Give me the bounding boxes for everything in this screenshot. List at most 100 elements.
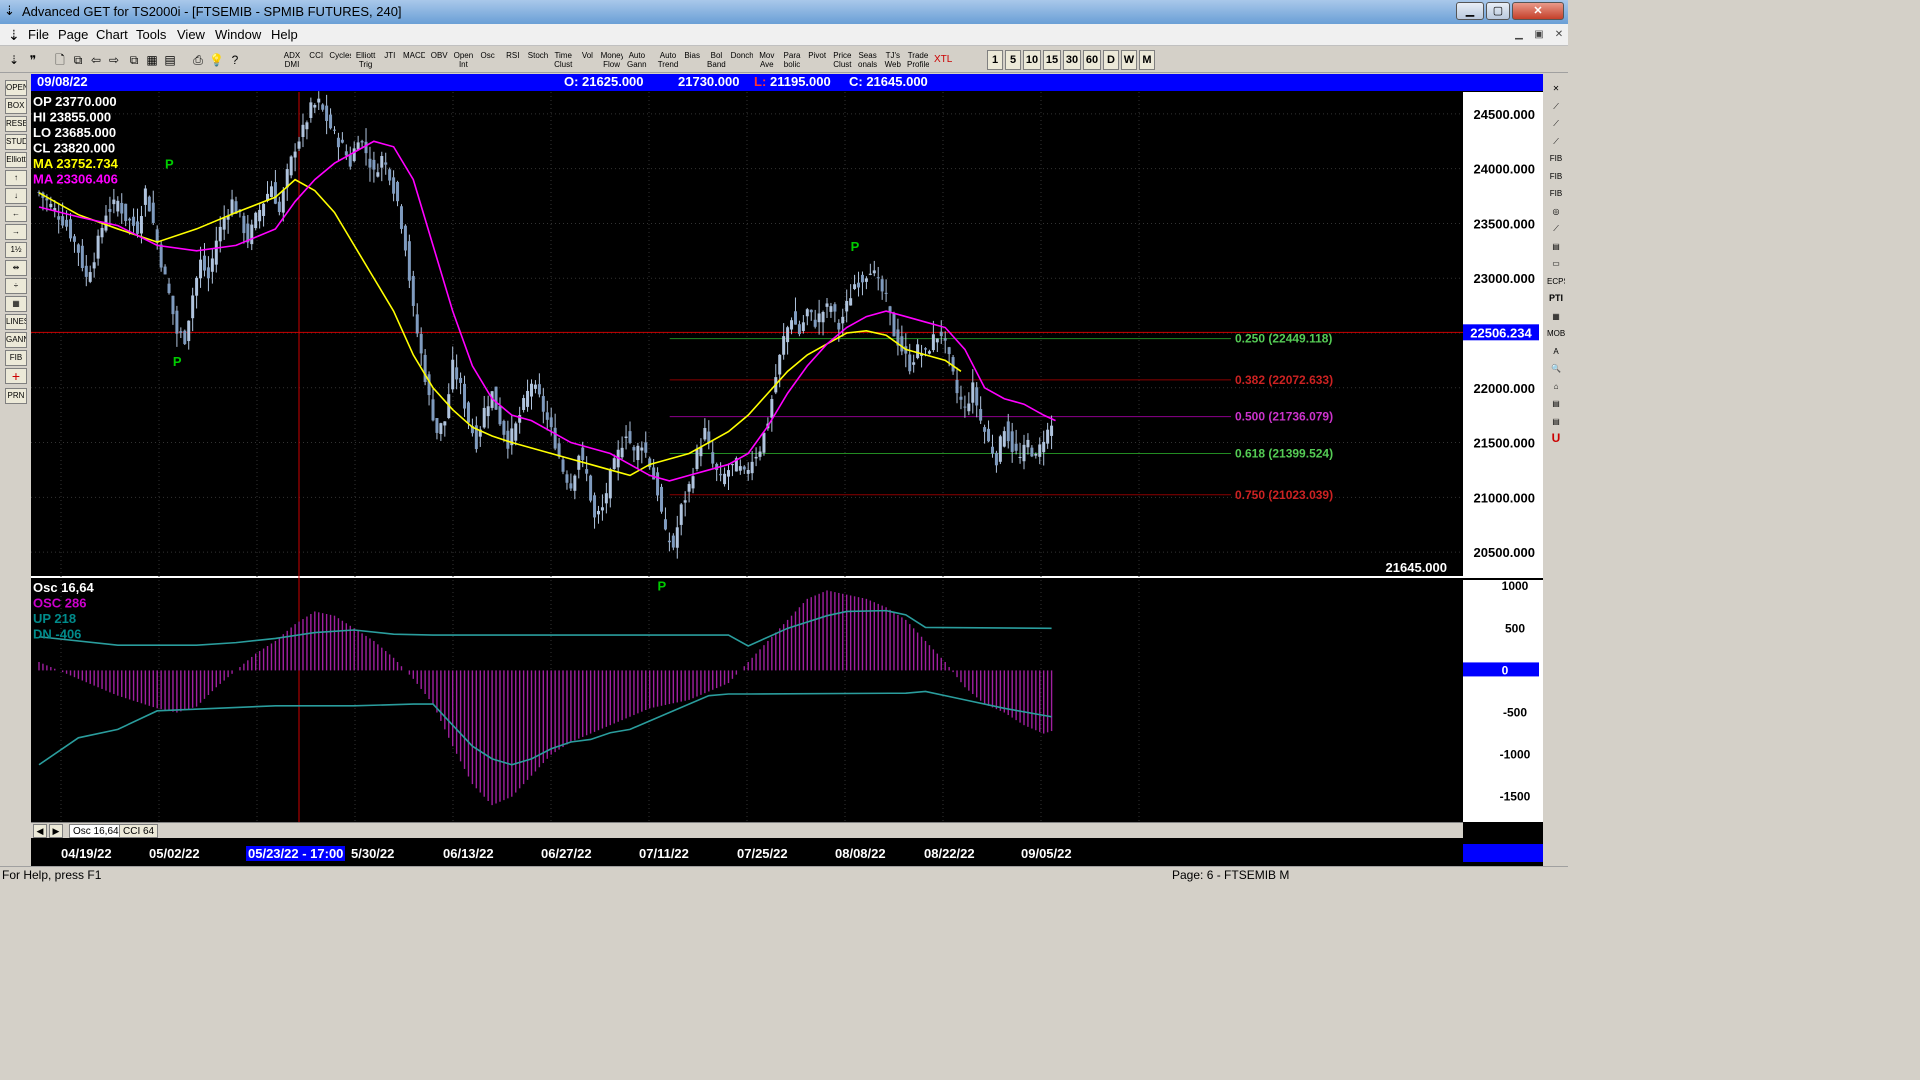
interval-button[interactable]: D [1103, 50, 1119, 70]
interval-button[interactable]: 1 [987, 50, 1003, 70]
drawing-tool-button[interactable]: GANN [5, 332, 27, 348]
study-button[interactable]: Donch [729, 50, 754, 70]
drawing-tool-button[interactable]: Elliott [5, 152, 27, 168]
menu-page[interactable]: Page [58, 27, 88, 42]
interval-button[interactable]: 60 [1083, 50, 1101, 70]
drawing-tool-button[interactable]: ↑ [5, 170, 27, 186]
study-button[interactable]: CCI [305, 50, 328, 70]
drawing-tool-button[interactable]: 1½ [5, 242, 27, 258]
study-button[interactable]: JTI [378, 50, 401, 70]
analysis-tool-button[interactable]: ⟋ [1546, 97, 1566, 114]
study-button[interactable]: Price Clust [830, 50, 855, 70]
analysis-tool-button[interactable]: ⟋ [1546, 220, 1566, 236]
maximize-button[interactable]: ▢ [1486, 2, 1510, 20]
study-button[interactable]: Cycles [328, 50, 353, 70]
drawing-tool-button[interactable]: LINES [5, 314, 27, 330]
analysis-tool-button[interactable]: ▭ [1546, 255, 1566, 271]
study-button[interactable]: Pivot [805, 50, 830, 70]
menu-file[interactable]: File [28, 27, 49, 42]
study-button[interactable]: XTL [931, 50, 956, 70]
drawing-tool-button[interactable]: RESET [5, 116, 27, 132]
drawing-tool-button[interactable]: ÷ [5, 278, 27, 294]
study-button[interactable]: Stoch [526, 50, 550, 70]
study-button[interactable]: Seas onals [855, 50, 880, 70]
analysis-tool-button[interactable]: MOB [1546, 325, 1566, 341]
analysis-tool-button[interactable]: A [1546, 342, 1566, 359]
tab-scroll-left-icon[interactable]: ◀ [33, 824, 47, 838]
study-button[interactable]: Para bolic [780, 50, 804, 70]
chart-canvas[interactable]: 20500.000 21000.000 21500.000 22000.000 2250… [31, 74, 1543, 844]
quote-icon[interactable]: ❞ [24, 50, 42, 70]
study-button[interactable]: Bias [681, 50, 704, 70]
study-button[interactable]: TJ's Web [880, 50, 905, 70]
analysis-tool-button[interactable]: FIB TIME [1546, 185, 1566, 201]
analysis-tool-button[interactable]: ⟋ [1546, 132, 1566, 149]
mdi-restore-icon[interactable]: ▣ [1530, 28, 1548, 42]
analysis-tool-button[interactable]: ◎ [1546, 202, 1566, 219]
menu-chart[interactable]: Chart [96, 27, 128, 42]
tab-cci[interactable]: CCI 64 [119, 824, 159, 838]
study-button[interactable]: Bol Band [704, 50, 729, 70]
analysis-tool-button[interactable]: 🔍 [1546, 360, 1566, 376]
help-bulb-icon[interactable]: 💡 [208, 50, 224, 70]
study-button[interactable]: Open Int [452, 50, 475, 70]
interval-button[interactable]: W [1121, 50, 1137, 70]
close-button[interactable]: ✕ [1512, 2, 1564, 20]
study-button[interactable]: Money Flow [599, 50, 624, 70]
study-button[interactable]: Time Clust [551, 50, 576, 70]
analysis-tool-button[interactable]: ✕ [1546, 80, 1566, 96]
study-button[interactable]: Mov Ave [754, 50, 779, 70]
drawing-tool-button[interactable]: ▦ [5, 296, 27, 312]
minimize-button[interactable]: ▁ [1456, 2, 1484, 20]
copy-icon[interactable]: ⧉ [126, 50, 142, 70]
drawing-tool-button[interactable]: + [5, 368, 27, 384]
tab-osc[interactable]: Osc 16,64 [69, 824, 123, 838]
interval-button[interactable]: 10 [1023, 50, 1041, 70]
drawing-tool-button[interactable]: → [5, 224, 27, 240]
drawing-tool-button[interactable]: PRN [5, 388, 27, 404]
drawing-tool-button[interactable]: ↓ [5, 188, 27, 204]
drawing-tool-button[interactable]: STUDY [5, 134, 27, 150]
mdi-minimize-icon[interactable]: ▁ [1510, 28, 1528, 42]
study-button[interactable]: Auto Trend [656, 50, 680, 70]
pin-icon[interactable]: ⇣ [6, 50, 22, 70]
analysis-tool-button[interactable]: ▦ [1546, 307, 1566, 324]
new-page-icon[interactable]: 🗋 [52, 50, 68, 70]
study-button[interactable]: MACD [402, 50, 426, 70]
drawing-tool-button[interactable]: ⇹ [5, 260, 27, 276]
forward-icon[interactable]: ⇨ [106, 50, 122, 70]
analysis-tool-button[interactable]: ▤ [1546, 412, 1566, 429]
study-button[interactable]: OBV [427, 50, 452, 70]
study-button[interactable]: ADX DMI [280, 50, 304, 70]
analysis-tool-button[interactable]: ⌂ [1546, 377, 1566, 394]
drawing-tool-button[interactable]: ← [5, 206, 27, 222]
chart-area[interactable]: 20500.000 21000.000 21500.000 22000.000 2250… [31, 74, 1543, 866]
menu-tools[interactable]: Tools [136, 27, 166, 42]
document-icon[interactable]: ⇣ [8, 27, 20, 44]
analysis-tool-button[interactable]: U [1546, 430, 1566, 446]
study-button[interactable]: Osc [475, 50, 500, 70]
study-button[interactable]: Elliott Trig [353, 50, 378, 70]
drawing-tool-button[interactable]: OPEN [5, 80, 27, 96]
study-button[interactable]: Vol [576, 50, 599, 70]
study-button[interactable]: RSI [500, 50, 525, 70]
study-button[interactable]: Auto Gann [624, 50, 649, 70]
menu-help[interactable]: Help [271, 27, 298, 42]
interval-button[interactable]: 30 [1063, 50, 1081, 70]
back-icon[interactable]: ⇦ [88, 50, 104, 70]
analysis-tool-button[interactable]: ▤ [1546, 395, 1566, 411]
interval-button[interactable]: M [1139, 50, 1155, 70]
print-icon[interactable]: ⎙ [190, 50, 206, 70]
analysis-tool-button[interactable]: PTI [1546, 290, 1566, 306]
menu-view[interactable]: View [177, 27, 205, 42]
study-button[interactable]: Trade Profile [906, 50, 930, 70]
drawing-tool-button[interactable]: BOX [5, 98, 27, 114]
analysis-tool-button[interactable]: FIB RET [1546, 150, 1566, 166]
interval-button[interactable]: 5 [1005, 50, 1021, 70]
analysis-tool-button[interactable]: ECPS [1546, 272, 1566, 289]
link-icon[interactable]: ⧉ [70, 50, 86, 70]
grid-icon[interactable]: ▦ [144, 50, 160, 70]
layout-icon[interactable]: ▤ [162, 50, 178, 70]
analysis-tool-button[interactable]: ▤ [1546, 237, 1566, 254]
interval-button[interactable]: 15 [1043, 50, 1061, 70]
